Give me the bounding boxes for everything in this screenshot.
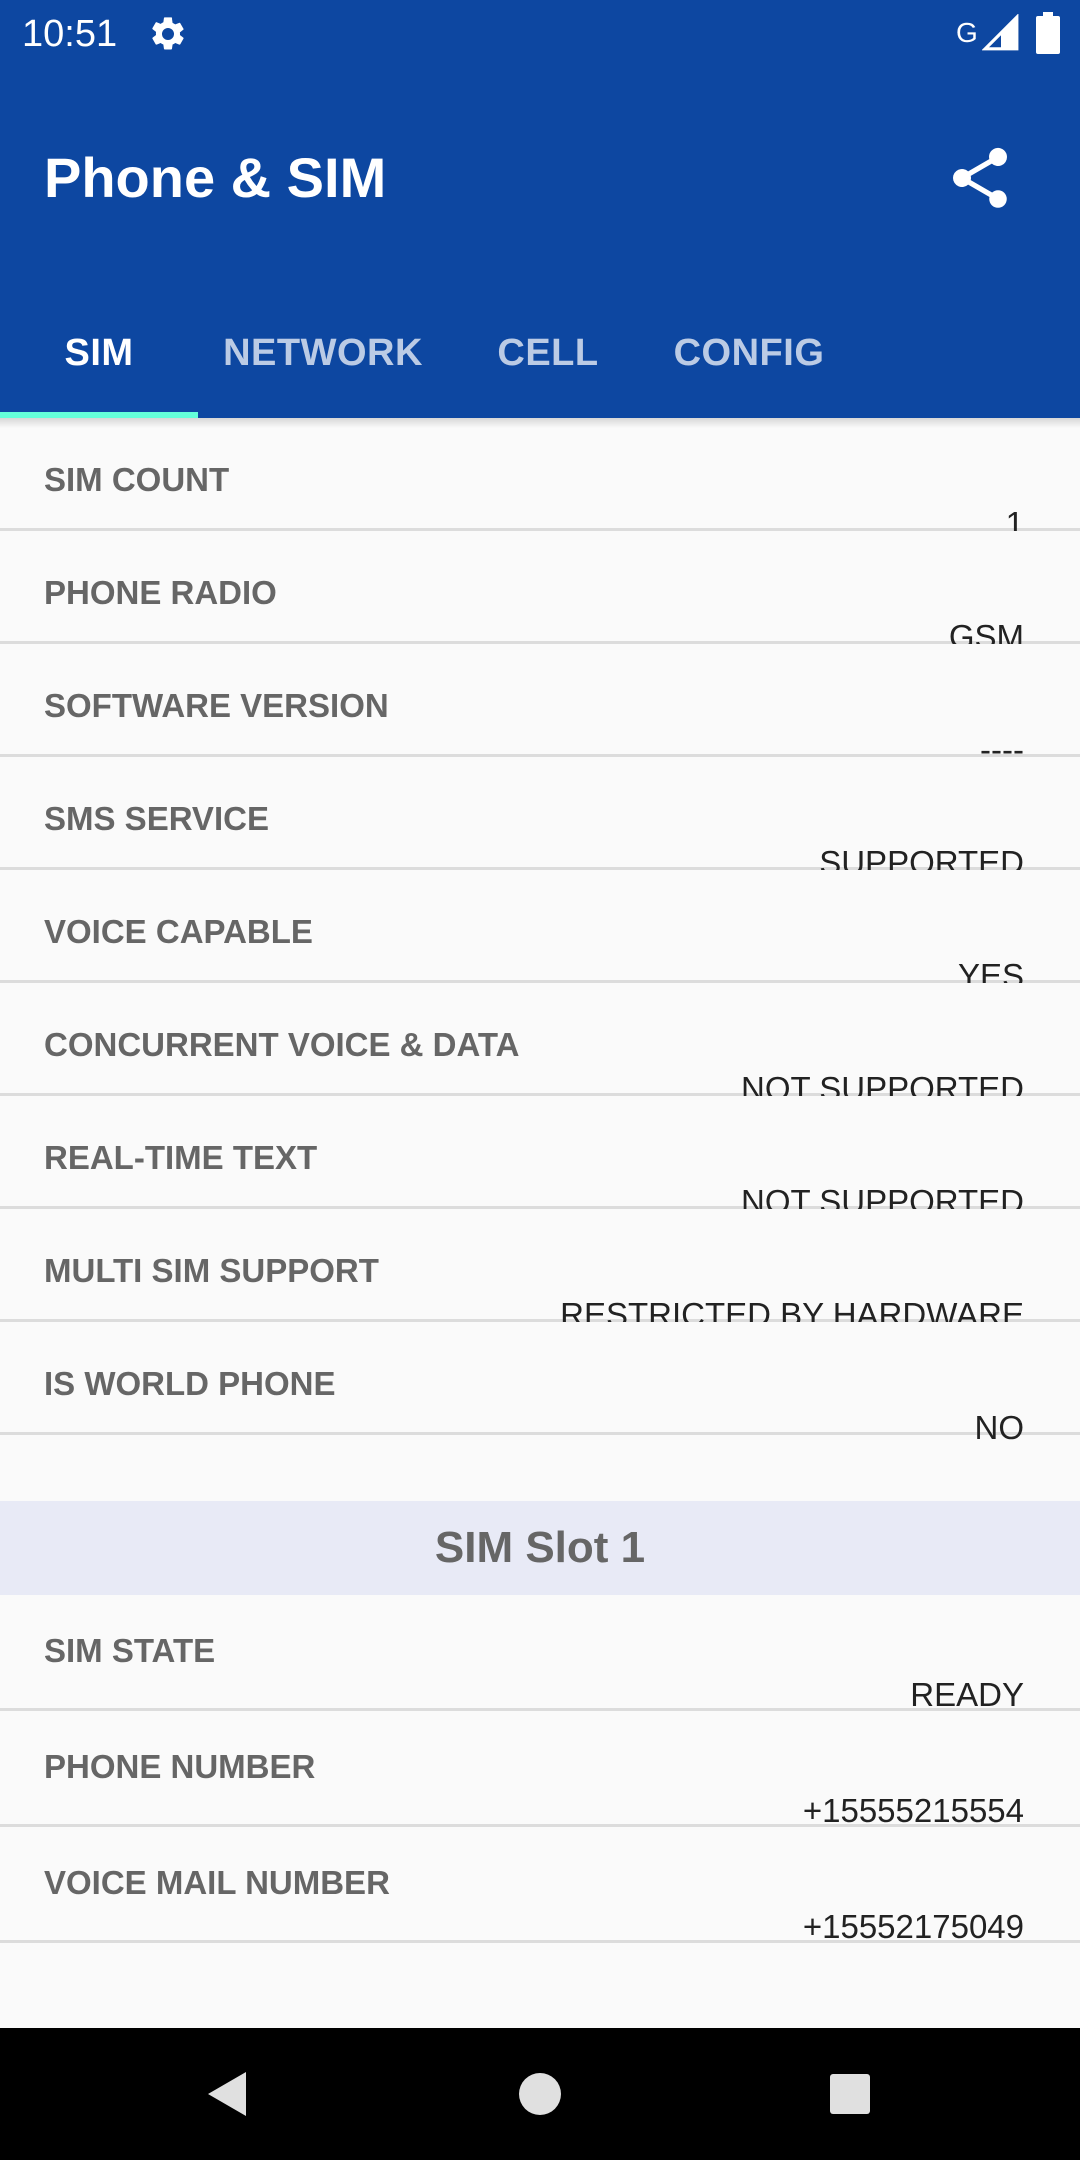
list-item: IS WORLD PHONE NO xyxy=(0,1322,1080,1446)
battery-icon xyxy=(1036,12,1060,54)
page-title: Phone & SIM xyxy=(44,146,387,209)
sim-slot-header: SIM Slot 1 xyxy=(0,1501,1080,1595)
app-bar: Phone & SIM SIM NETWORK CELL CONFIG xyxy=(0,66,1080,418)
list-item: SIM STATE READY xyxy=(0,1595,1080,1713)
share-button[interactable] xyxy=(928,126,1032,230)
tab-bar: SIM NETWORK CELL CONFIG xyxy=(0,288,1080,418)
back-icon xyxy=(208,2072,246,2116)
back-button[interactable] xyxy=(190,2058,262,2130)
sim-info-list: SIM COUNT 1 PHONE RADIO GSM SOFTWARE VER… xyxy=(0,418,1080,1945)
list-item: REAL-TIME TEXT NOT SUPPORTED xyxy=(0,1096,1080,1220)
navigation-bar xyxy=(0,2028,1080,2160)
row-label: SIM COUNT xyxy=(44,461,230,498)
row-label: PHONE RADIO xyxy=(44,574,277,611)
row-value: READY xyxy=(910,1676,1024,1713)
row-value: +15552175049 xyxy=(802,1908,1024,1945)
tab-cell[interactable]: CELL xyxy=(448,288,648,418)
home-button[interactable] xyxy=(504,2058,576,2130)
status-time: 10:51 xyxy=(22,13,118,55)
list-item: SOFTWARE VERSION ---- xyxy=(0,644,1080,768)
share-icon xyxy=(952,147,1008,208)
gear-icon xyxy=(148,14,188,54)
recents-icon xyxy=(830,2074,870,2114)
row-label: PHONE NUMBER xyxy=(44,1748,316,1785)
list-item: CONCURRENT VOICE & DATA NOT SUPPORTED xyxy=(0,983,1080,1107)
row-label: VOICE MAIL NUMBER xyxy=(44,1864,390,1901)
recents-button[interactable] xyxy=(814,2058,886,2130)
network-type-label: G xyxy=(956,17,978,48)
tab-sim[interactable]: SIM xyxy=(0,288,198,418)
row-label: SMS SERVICE xyxy=(44,800,269,837)
app-bar-shadow xyxy=(0,418,1080,428)
list-item: SIM COUNT 1 xyxy=(0,418,1080,542)
list-item: VOICE CAPABLE YES xyxy=(0,870,1080,994)
row-label: VOICE CAPABLE xyxy=(44,913,313,950)
list-item: SMS SERVICE SUPPORTED xyxy=(0,757,1080,881)
row-label: SOFTWARE VERSION xyxy=(44,687,389,724)
tab-config[interactable]: CONFIG xyxy=(648,288,850,418)
row-label: MULTI SIM SUPPORT xyxy=(44,1252,379,1289)
row-label: SIM STATE xyxy=(44,1632,216,1669)
tab-network[interactable]: NETWORK xyxy=(198,288,448,418)
row-label: REAL-TIME TEXT xyxy=(44,1139,318,1176)
status-bar: 10:51 G xyxy=(0,0,1080,66)
row-value: NO xyxy=(974,1409,1025,1446)
screen: 10:51 G Phone & SIM SIM NETWORK CELL CON… xyxy=(0,0,1080,2160)
row-label: CONCURRENT VOICE & DATA xyxy=(44,1026,520,1063)
list-item: VOICE MAIL NUMBER +15552175049 xyxy=(0,1827,1080,1945)
signal-icon xyxy=(981,13,1020,52)
row-label: IS WORLD PHONE xyxy=(44,1365,336,1402)
home-icon xyxy=(519,2073,561,2115)
row-value: +15555215554 xyxy=(802,1792,1024,1829)
list-item: PHONE RADIO GSM xyxy=(0,531,1080,655)
list-item: MULTI SIM SUPPORT RESTRICTED BY HARDWARE xyxy=(0,1209,1080,1333)
list-item: PHONE NUMBER +15555215554 xyxy=(0,1711,1080,1829)
